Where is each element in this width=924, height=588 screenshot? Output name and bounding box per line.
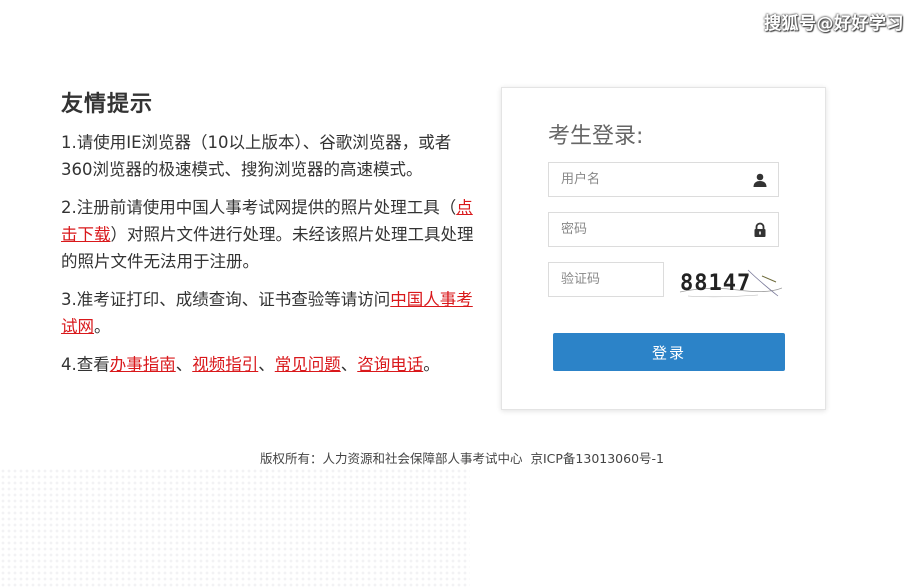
world-map-background [0,468,470,588]
login-title: 考生登录: [548,124,644,149]
lock-icon [754,222,766,237]
video-guide-link[interactable]: 视频指引 [192,355,258,374]
login-panel: 考生登录: 88147 登录 [501,87,826,410]
guide-link[interactable]: 办事指南 [110,355,176,374]
password-field-wrapper [548,212,779,247]
copyright-text: 版权所有：人力资源和社会保障部人事考试中心 [259,451,523,466]
icp-number: 京ICP备13013060号-1 [530,451,665,466]
captcha-image[interactable]: 88147 [678,262,782,302]
user-icon [753,173,767,187]
tip-help-links: 4.查看办事指南、视频指引、常见问题、咨询电话。 [61,351,481,378]
tips-title: 友情提示 [61,92,154,117]
watermark: 搜狐号@好好学习 [764,14,904,34]
tip-help-suffix: 。 [423,355,440,374]
tip-photo-text-after: ）对照片文件进行处理。未经该照片处理工具处理的照片文件无法用于注册。 [61,225,474,271]
separator: 、 [175,355,193,374]
login-button[interactable]: 登录 [553,333,785,371]
contact-phone-link[interactable]: 咨询电话 [357,355,423,374]
username-input[interactable] [549,163,778,196]
password-input[interactable] [549,213,778,246]
faq-link[interactable]: 常见问题 [275,355,341,374]
tip-cpta-text-after: 。 [94,317,111,336]
username-field-wrapper [548,162,779,197]
captcha-input[interactable] [549,263,663,296]
tip-help-prefix: 4.查看 [61,355,110,374]
separator: 、 [258,355,275,374]
tip-cpta-text-before: 3.准考证打印、成绩查询、证书查验等请访问 [61,290,391,309]
captcha-field-wrapper [548,262,664,297]
tip-browser: 1.请使用IE浏览器（10以上版本）、谷歌浏览器，或者360浏览器的极速模式、搜… [61,133,452,179]
tip-cpta-site: 3.准考证打印、成绩查询、证书查验等请访问中国人事考试网。 [61,286,481,340]
tips-panel: 友情提示 1.请使用IE浏览器（10以上版本）、谷歌浏览器，或者360浏览器的极… [61,86,481,389]
captcha-text: 88147 [680,271,751,296]
separator: 、 [340,355,358,374]
tip-photo-tool: 2.注册前请使用中国人事考试网提供的照片处理工具（点击下载）对照片文件进行处理。… [61,194,481,275]
tip-photo-text-before: 2.注册前请使用中国人事考试网提供的照片处理工具（ [61,198,457,217]
footer: 版权所有：人力资源和社会保障部人事考试中心 京ICP备13013060号-1 [0,448,924,467]
